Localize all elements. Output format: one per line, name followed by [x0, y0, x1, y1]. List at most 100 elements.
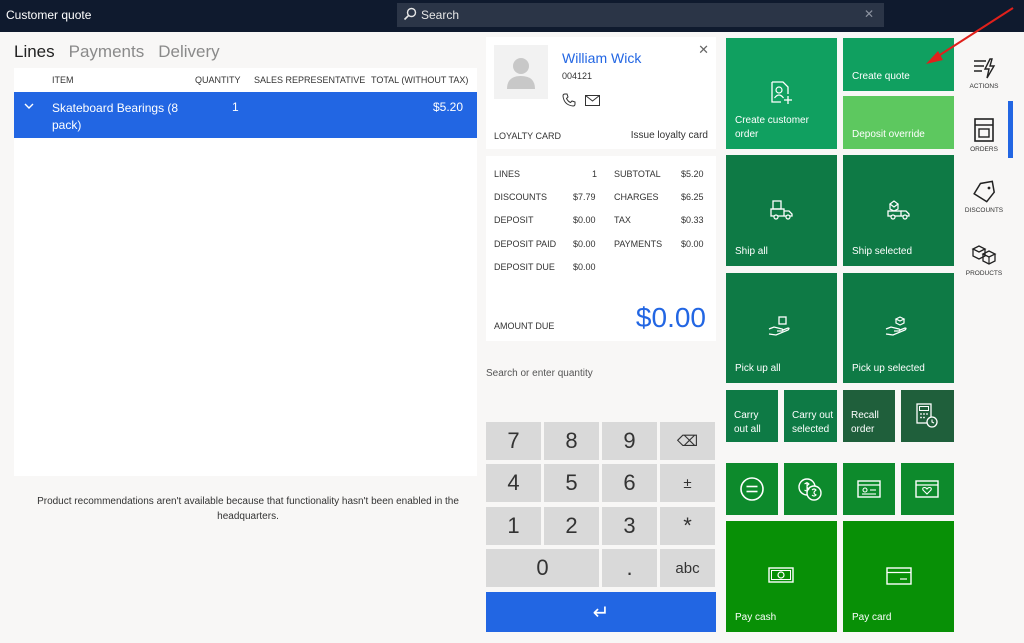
deposit-label: DEPOSIT — [494, 215, 534, 225]
payments-label: PAYMENTS — [614, 239, 663, 249]
create-customer-order-label: Create customer order — [735, 115, 809, 140]
row-quantity: 1 — [232, 100, 239, 114]
key-5[interactable]: 5 — [544, 464, 599, 502]
rail-actions[interactable]: ACTIONS — [962, 56, 1006, 90]
key-6[interactable]: 6 — [602, 464, 657, 502]
search-box[interactable]: Search ✕ — [397, 3, 884, 27]
search-input[interactable]: Search — [421, 8, 459, 22]
rail-products[interactable]: PRODUCTS — [962, 243, 1006, 277]
customer-card: William Wick 004121 ✕ LOYALTY CARD Issue… — [486, 37, 716, 149]
column-total: TOTAL (WITHOUT TAX) — [371, 75, 469, 85]
gift-card-button[interactable] — [901, 463, 954, 515]
deposit-override-button[interactable]: Deposit override — [843, 96, 954, 149]
key-0[interactable]: 0 — [486, 549, 599, 587]
row-total: $5.20 — [432, 100, 463, 114]
rail-products-label: PRODUCTS — [965, 270, 1003, 277]
key-8[interactable]: 8 — [544, 422, 599, 460]
carry-out-selected-label: Carry out selected — [792, 410, 834, 435]
multiply-key[interactable]: * — [660, 507, 715, 545]
credit-card-icon — [886, 567, 912, 585]
rail-actions-label: ACTIONS — [969, 83, 999, 90]
cash-icon — [768, 567, 794, 583]
chevron-down-icon[interactable] — [23, 100, 35, 112]
key-1[interactable]: 1 — [486, 507, 541, 545]
row-item: Skateboard Bearings (8 pack) — [52, 101, 179, 132]
table-row[interactable]: Skateboard Bearings (8 pack) 1 $5.20 — [14, 92, 477, 138]
key-7[interactable]: 7 — [486, 422, 541, 460]
table-header: ITEM QUANTITY SALES REPRESENTATIVE TOTAL… — [14, 68, 477, 92]
clear-search-icon[interactable]: ✕ — [864, 7, 874, 21]
tax-value: $0.33 — [681, 215, 704, 225]
ship-all-button[interactable]: Ship all — [726, 155, 837, 266]
top-bar: Customer quote Search ✕ — [0, 0, 1024, 32]
quantity-search-input[interactable]: Search or enter quantity — [486, 368, 593, 379]
pick-up-all-button[interactable]: Pick up all — [726, 273, 837, 383]
deposit-override-label: Deposit override — [852, 129, 925, 140]
coins-button[interactable] — [784, 463, 837, 515]
equal-button[interactable] — [726, 463, 778, 515]
tab-bar: Lines Payments Delivery — [14, 42, 220, 62]
pay-card-label: Pay card — [852, 612, 892, 623]
tax-label: TAX — [614, 215, 631, 225]
customer-order-icon — [771, 81, 792, 104]
pick-up-all-label: Pick up all — [735, 363, 781, 374]
abc-key[interactable]: abc — [660, 549, 715, 587]
key-4[interactable]: 4 — [486, 464, 541, 502]
coins-icon — [798, 478, 822, 501]
products-icon — [971, 245, 997, 265]
app-title: Customer quote — [6, 8, 92, 22]
create-quote-label: Create quote — [852, 71, 910, 82]
tab-payments[interactable]: Payments — [69, 42, 145, 62]
discounts-value: $7.79 — [573, 192, 596, 202]
plus-minus-key[interactable]: ± — [660, 464, 715, 502]
gift-card-icon — [915, 480, 939, 498]
phone-icon[interactable] — [562, 93, 576, 107]
key-2[interactable]: 2 — [544, 507, 599, 545]
deposit-due-label: DEPOSIT DUE — [494, 262, 555, 272]
ship-selected-button[interactable]: Ship selected — [843, 155, 954, 266]
rail-active-indicator — [1008, 101, 1013, 158]
tab-delivery[interactable]: Delivery — [158, 42, 219, 62]
deposit-due-value: $0.00 — [573, 262, 596, 272]
hand-package-icon — [768, 316, 790, 336]
amount-due-value: $0.00 — [635, 302, 706, 333]
pay-card-button[interactable]: Pay card — [843, 521, 954, 632]
rail-orders-label: ORDERS — [970, 146, 998, 153]
tag-icon — [973, 180, 995, 203]
actions-icon — [974, 58, 996, 79]
pick-up-selected-label: Pick up selected — [852, 363, 925, 374]
pick-up-selected-button[interactable]: Pick up selected — [843, 273, 954, 383]
id-card-icon — [857, 480, 881, 498]
issue-loyalty-card-link[interactable]: Issue loyalty card — [631, 130, 708, 141]
mail-icon[interactable] — [585, 95, 600, 106]
column-item: ITEM — [52, 75, 74, 85]
pay-cash-button[interactable]: Pay cash — [726, 521, 837, 632]
carry-out-all-button[interactable]: Carry out all — [726, 390, 778, 442]
create-customer-order-button[interactable]: Create customer order — [726, 38, 837, 149]
tab-lines[interactable]: Lines — [14, 42, 55, 62]
lines-value: 1 — [592, 169, 598, 179]
backspace-key[interactable]: ⌫ — [660, 422, 715, 460]
column-quantity: QUANTITY — [195, 75, 241, 85]
equals-circle-icon — [740, 477, 764, 501]
key-3[interactable]: 3 — [602, 507, 657, 545]
rail-orders[interactable]: ORDERS — [962, 117, 1006, 153]
create-quote-button[interactable]: Create quote — [843, 38, 954, 91]
ship-all-label: Ship all — [735, 246, 768, 257]
close-icon[interactable]: ✕ — [698, 42, 709, 58]
card-button[interactable] — [843, 463, 895, 515]
loyalty-card-label: LOYALTY CARD — [494, 131, 562, 141]
key-9[interactable]: 9 — [602, 422, 657, 460]
subtotal-value: $5.20 — [681, 169, 704, 179]
rail-discounts[interactable]: DISCOUNTS — [962, 180, 1006, 214]
customer-name[interactable]: William Wick — [562, 50, 641, 66]
recall-order-button[interactable]: Recall order — [843, 390, 895, 442]
ship-selected-label: Ship selected — [852, 246, 913, 257]
hand-box-icon — [885, 316, 907, 336]
decimal-key[interactable]: . — [602, 549, 657, 587]
calculator-button[interactable] — [901, 390, 954, 442]
carry-out-selected-button[interactable]: Carry out selected — [784, 390, 837, 442]
pay-cash-label: Pay cash — [735, 612, 777, 623]
enter-button[interactable]: ↵ — [486, 592, 716, 632]
orders-icon — [974, 118, 994, 142]
